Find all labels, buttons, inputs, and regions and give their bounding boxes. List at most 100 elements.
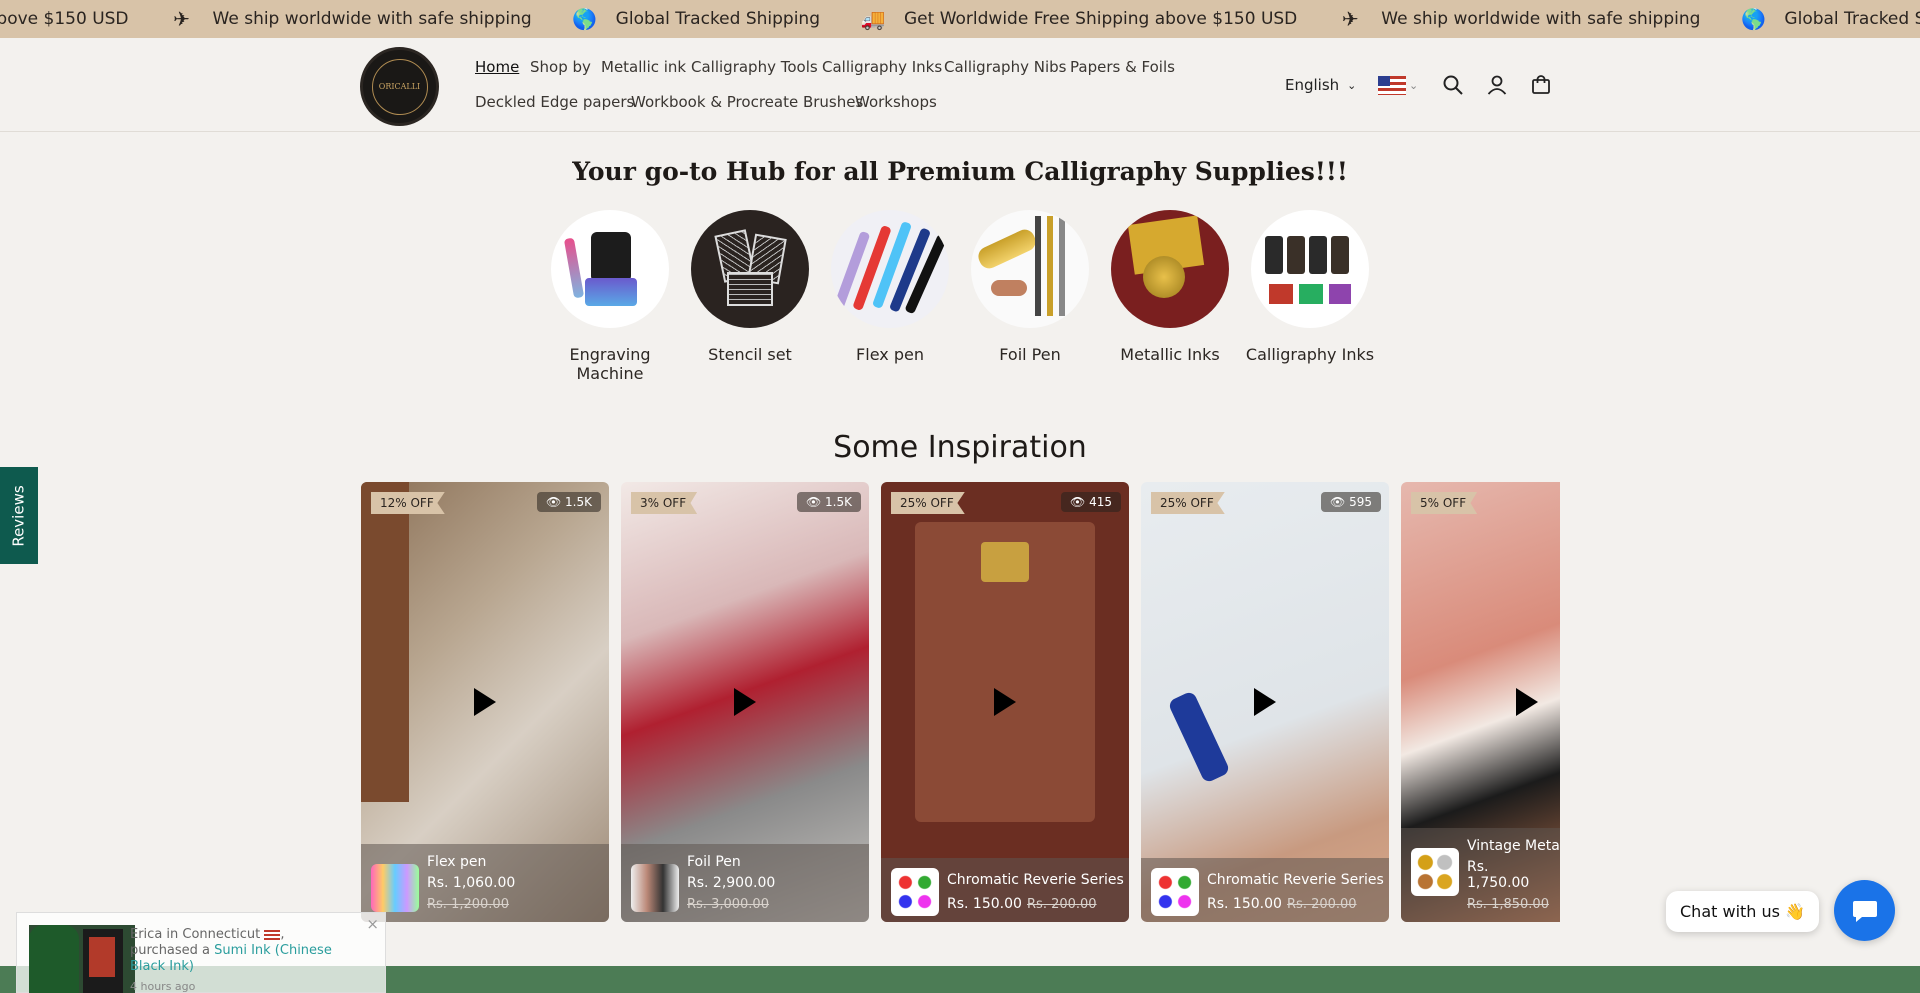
product-info[interactable]: Chromatic Reverie Series Rs. 150.00 Rs. … <box>881 858 1129 922</box>
account-button[interactable] <box>1484 72 1510 98</box>
video-card[interactable]: 3% OFF 👁 1.5K Foil Pen Rs. 2,900.00 Rs. … <box>621 482 869 922</box>
product-image <box>29 925 135 993</box>
video-card[interactable]: 25% OFF 👁 415 Chromatic Reverie Series R… <box>881 482 1129 922</box>
language-selector[interactable]: English ⌄ <box>1285 38 1356 132</box>
chat-bubble-icon <box>1852 900 1877 922</box>
announcement-item: 🌎 Global Tracked Shipping <box>1740 7 1920 31</box>
chat-prompt[interactable]: Chat with us 👋 <box>1666 891 1819 932</box>
category-label: Calligraphy Inks <box>1245 345 1375 364</box>
announcement-item: ✈ We ship worldwide with safe shipping <box>169 7 532 31</box>
product-name: Foil Pen <box>687 854 741 870</box>
chat-button[interactable] <box>1834 880 1895 941</box>
product-old-price: Rs. 3,000.00 <box>687 897 769 912</box>
nav-calligraphy-nibs[interactable]: Calligraphy Nibs <box>944 58 1066 76</box>
product-old-price: Rs. 200.00 <box>1027 897 1097 912</box>
play-icon[interactable] <box>994 688 1016 716</box>
announcement-bar: above $150 USD ✈ We ship worldwide with sa… <box>0 0 1920 38</box>
category-engraving-machine[interactable]: Engraving Machine <box>540 210 680 383</box>
product-info[interactable]: Chromatic Reverie Series Rs. 150.00 Rs. … <box>1141 858 1389 922</box>
discount-badge: 25% OFF <box>891 492 965 514</box>
view-count-value: 595 <box>1349 495 1372 509</box>
nav-papers-foils[interactable]: Papers & Foils <box>1070 58 1175 76</box>
cart-icon <box>1532 75 1550 94</box>
video-scene-pen <box>1167 690 1231 784</box>
country-selector[interactable]: ⌄ <box>1378 38 1418 132</box>
chevron-down-icon: ⌄ <box>1409 78 1419 92</box>
nav-deckled-edge-papers[interactable]: Deckled Edge papers <box>475 93 634 111</box>
eye-icon: 👁 <box>1330 495 1346 509</box>
nav-workbook-procreate[interactable]: Workbook & Procreate Brushes <box>631 93 863 111</box>
announcement-item: above $150 USD <box>0 9 129 29</box>
product-info[interactable]: Vintage Meta Rs. 1,750.00 Rs. 1,850.00 <box>1401 828 1560 922</box>
view-count-value: 415 <box>1089 495 1112 509</box>
us-flag-icon <box>264 929 281 940</box>
nav-calligraphy-inks[interactable]: Calligraphy Inks <box>822 58 942 76</box>
video-card[interactable]: 12% OFF 👁 1.5K Flex pen Rs. 1,060.00 Rs.… <box>361 482 609 922</box>
flex-pen-image <box>831 210 949 328</box>
announcement-text: Global Tracked Shipping <box>1784 9 1920 29</box>
product-price: Rs. 1,060.00 <box>427 875 516 891</box>
view-count: 👁 415 <box>1061 492 1121 512</box>
view-count: 👁 1.5K <box>796 492 861 512</box>
product-thumbnail <box>1151 868 1199 916</box>
close-icon[interactable]: × <box>366 915 379 933</box>
calligraphy-inks-image <box>1251 210 1369 328</box>
play-icon[interactable] <box>1254 688 1276 716</box>
announcement-item: 🌎 Global Tracked Shipping <box>572 7 820 31</box>
product-info[interactable]: Flex pen Rs. 1,060.00 Rs. 1,200.00 <box>361 844 609 922</box>
reviews-tab-label: Reviews <box>10 484 28 547</box>
video-scene-clip <box>981 542 1029 582</box>
hub-title: Your go-to Hub for all Premium Calligrap… <box>572 157 1348 186</box>
site-logo[interactable]: ORICALLI <box>360 47 439 126</box>
nav-calligraphy-tools[interactable]: Calligraphy Tools <box>691 58 818 76</box>
product-old-price: Rs. 1,850.00 <box>1467 897 1549 912</box>
video-card[interactable]: 5% OFF Vintage Meta Rs. 1,750.00 Rs. 1,8… <box>1401 482 1560 922</box>
cart-button[interactable] <box>1528 72 1554 98</box>
purchase-notification[interactable]: Erica in Connecticut , purchased a Sumi … <box>16 912 386 993</box>
globe-icon: 🌎 <box>572 7 598 31</box>
play-icon[interactable] <box>474 688 496 716</box>
globe-icon: 🌎 <box>1740 7 1766 31</box>
stencil-set-image <box>691 210 809 328</box>
eye-icon: 👁 <box>1070 495 1086 509</box>
play-icon[interactable] <box>1516 688 1538 716</box>
product-price: Rs. 1,750.00 <box>1467 859 1530 891</box>
eye-icon: 👁 <box>545 495 562 509</box>
product-info[interactable]: Foil Pen Rs. 2,900.00 Rs. 3,000.00 <box>621 844 869 922</box>
product-name: Chromatic Reverie Series <box>1207 872 1384 888</box>
reviews-tab[interactable]: Reviews <box>0 467 38 564</box>
category-stencil-set[interactable]: Stencil set <box>680 210 820 364</box>
discount-badge: 3% OFF <box>631 492 698 514</box>
product-price: Rs. 150.00 <box>1207 896 1282 912</box>
nav-metallic-ink[interactable]: Metallic ink <box>601 58 686 76</box>
category-metallic-inks[interactable]: Metallic Inks <box>1100 210 1240 364</box>
announcement-text: Get Worldwide Free Shipping above $150 U… <box>904 9 1298 29</box>
view-count: 👁 1.5K <box>536 492 601 512</box>
announcement-text: above $150 USD <box>0 9 129 29</box>
metallic-inks-image <box>1111 210 1229 328</box>
nav-workshops[interactable]: Workshops <box>855 93 937 111</box>
announcement-text: We ship worldwide with safe shipping <box>1381 9 1701 29</box>
user-icon <box>1487 75 1507 95</box>
search-button[interactable] <box>1440 72 1466 98</box>
category-foil-pen[interactable]: Foil Pen <box>960 210 1100 364</box>
product-thumbnail <box>371 864 419 912</box>
purchase-time: 4 hours ago <box>130 980 196 993</box>
announcement-track: above $150 USD ✈ We ship worldwide with sa… <box>0 0 1920 38</box>
category-label: Stencil set <box>708 345 792 364</box>
view-count-value: 1.5K <box>565 495 592 509</box>
nav-shop-by[interactable]: Shop by <box>530 58 591 76</box>
play-icon[interactable] <box>734 688 756 716</box>
logo-emblem: ORICALLI <box>371 58 428 115</box>
chevron-down-icon: ⌄ <box>1347 78 1357 92</box>
category-flex-pen[interactable]: Flex pen <box>820 210 960 364</box>
inspiration-title: Some Inspiration <box>833 430 1087 465</box>
view-count: 👁 595 <box>1321 492 1381 512</box>
wave-icon: 👋 <box>1785 902 1805 921</box>
discount-badge: 12% OFF <box>371 492 445 514</box>
category-calligraphy-inks[interactable]: Calligraphy Inks <box>1240 210 1380 364</box>
video-card[interactable]: 25% OFF 👁 595 Chromatic Reverie Series R… <box>1141 482 1389 922</box>
us-flag-icon <box>1378 75 1406 95</box>
product-name: Vintage Meta <box>1467 838 1560 854</box>
nav-home[interactable]: Home <box>475 58 519 76</box>
